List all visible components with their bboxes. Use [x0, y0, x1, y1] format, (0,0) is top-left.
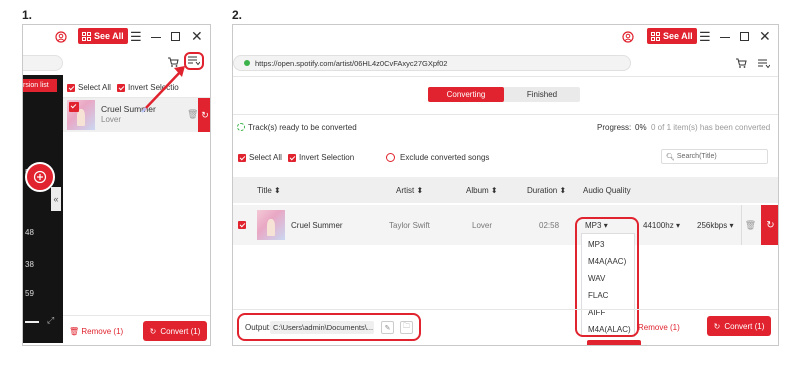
column-album[interactable]: Album ⬍	[466, 186, 498, 195]
chevron-down-icon: ▾	[675, 221, 680, 230]
sample-rate-value: 44100hz	[643, 221, 674, 230]
progress-label: Progress:	[597, 123, 632, 132]
chevron-down-icon: ▾	[729, 221, 734, 230]
tab-finished[interactable]: Finished	[504, 87, 580, 102]
close-icon[interactable]: ✕	[191, 29, 203, 43]
search-icon: 🔍︎	[666, 153, 675, 161]
delete-icon[interactable]: 🗑	[741, 205, 759, 245]
progress-value: 0%	[635, 123, 647, 132]
remove-button[interactable]: 🗑 Remove (1)	[69, 327, 123, 336]
tab-converting[interactable]: Converting	[428, 87, 504, 102]
progress-detail: 0 of 1 item(s) has been converted	[651, 123, 771, 132]
convert-button[interactable]: ↻ Convert (1)	[143, 321, 207, 341]
table-row[interactable]: Cruel Summer Taylor Swift Lover 02:58 MP…	[233, 205, 778, 245]
bitrate-select[interactable]: 256kbps ▾	[697, 221, 734, 230]
exclude-converted-radio[interactable]	[386, 153, 395, 162]
column-title[interactable]: Title ⬍	[257, 186, 281, 195]
grid-icon	[82, 31, 91, 41]
table-header: Title ⬍ Artist ⬍ Album ⬍ Duration ⬍ Audi…	[233, 177, 778, 203]
secure-dot-icon	[244, 60, 250, 66]
divider	[233, 114, 778, 115]
track-album: Lover	[101, 115, 122, 124]
close-icon[interactable]: ✕	[759, 29, 771, 43]
column-duration[interactable]: Duration ⬍	[527, 186, 566, 195]
convert-icon: ↻	[713, 321, 721, 331]
convert-button[interactable]: ↻ Convert (1)	[707, 316, 771, 336]
url-bar[interactable]: https://open.spotify.com/artist/06HL4z0C…	[233, 55, 631, 71]
conversion-list-tab[interactable]: rsion list	[23, 79, 57, 92]
search-input[interactable]: 🔍︎ Search(Title)	[661, 149, 768, 164]
invert-selection-checkbox[interactable]	[117, 84, 125, 92]
number-3: 38	[25, 260, 34, 269]
ready-status-icon	[237, 123, 245, 131]
select-all-checkbox[interactable]	[238, 154, 246, 162]
format-highlight	[575, 217, 639, 337]
track-album: Lover	[472, 221, 493, 230]
cart-icon[interactable]	[736, 58, 747, 68]
maximize-icon[interactable]	[740, 32, 749, 41]
collapse-handle[interactable]: «	[51, 187, 61, 211]
see-all-button[interactable]: See All	[78, 28, 128, 44]
window-2: See All ☰ ✕ https://open.spotify.com/art…	[232, 24, 779, 346]
output-highlight	[237, 313, 421, 341]
see-all-label: See All	[94, 31, 124, 41]
invert-selection-checkbox[interactable]	[288, 154, 296, 162]
conversion-list-icon[interactable]	[758, 59, 770, 69]
footer-divider	[63, 315, 210, 316]
bitrate-value: 256kbps	[697, 221, 728, 230]
grid-icon	[651, 31, 660, 41]
convert-single-button[interactable]: ↻	[761, 205, 778, 245]
album-art	[257, 210, 285, 240]
sample-rate-select[interactable]: 44100hz ▾	[643, 221, 680, 230]
minimize-icon[interactable]	[151, 37, 161, 38]
see-all-button[interactable]: See All	[647, 28, 697, 44]
invert-selection-label[interactable]: Invert Selection	[299, 153, 354, 162]
user-icon[interactable]	[622, 31, 634, 43]
convert-icon: ↻	[149, 326, 157, 336]
remove-button[interactable]: Remove (1)	[638, 323, 680, 332]
step-1-label: 1.	[22, 8, 33, 22]
user-icon[interactable]	[55, 31, 67, 43]
minimize-icon[interactable]	[720, 37, 730, 38]
track-checkbox[interactable]	[69, 102, 79, 112]
see-all-label: See All	[663, 31, 693, 41]
expand-icon[interactable]: ⤢	[47, 315, 54, 326]
select-all-label[interactable]: Select All	[249, 153, 282, 162]
column-artist[interactable]: Artist ⬍	[396, 186, 423, 195]
track-title: Cruel Summer	[291, 221, 343, 230]
url-text: https://open.spotify.com/artist/06HL4z0C…	[255, 58, 448, 68]
menu-icon[interactable]: ☰	[699, 30, 711, 44]
track-artist: Taylor Swift	[389, 221, 430, 230]
number-4: 59	[25, 289, 34, 298]
convert-label: Convert (1)	[160, 326, 201, 336]
track-checkbox[interactable]	[238, 221, 246, 229]
remove-label: Remove (1)	[81, 327, 124, 336]
select-all-label[interactable]: Select All	[78, 83, 111, 92]
number-2: 48	[25, 228, 34, 237]
maximize-icon[interactable]	[171, 32, 180, 41]
select-all-checkbox[interactable]	[67, 84, 75, 92]
url-bar-fragment[interactable]	[23, 55, 63, 71]
convert-label: Convert (1)	[724, 321, 765, 331]
search-placeholder: Search(Title)	[676, 153, 717, 160]
exclude-converted-label[interactable]: Exclude converted songs	[400, 153, 489, 162]
track-duration: 02:58	[539, 221, 560, 230]
divider	[233, 76, 778, 77]
remove-label: Remove (1)	[638, 323, 680, 332]
add-icon	[33, 170, 47, 184]
column-audio-quality: Audio Quality	[583, 186, 631, 195]
progress-line	[25, 321, 39, 323]
convert-single-button[interactable]: ↻	[198, 98, 210, 132]
step-2-label: 2.	[232, 8, 243, 22]
annotation-arrow	[141, 66, 185, 113]
footer-divider	[233, 309, 778, 310]
hidden-button-edge	[587, 340, 641, 345]
menu-icon[interactable]: ☰	[130, 30, 142, 44]
ready-text: Track(s) ready to be converted	[248, 123, 357, 132]
